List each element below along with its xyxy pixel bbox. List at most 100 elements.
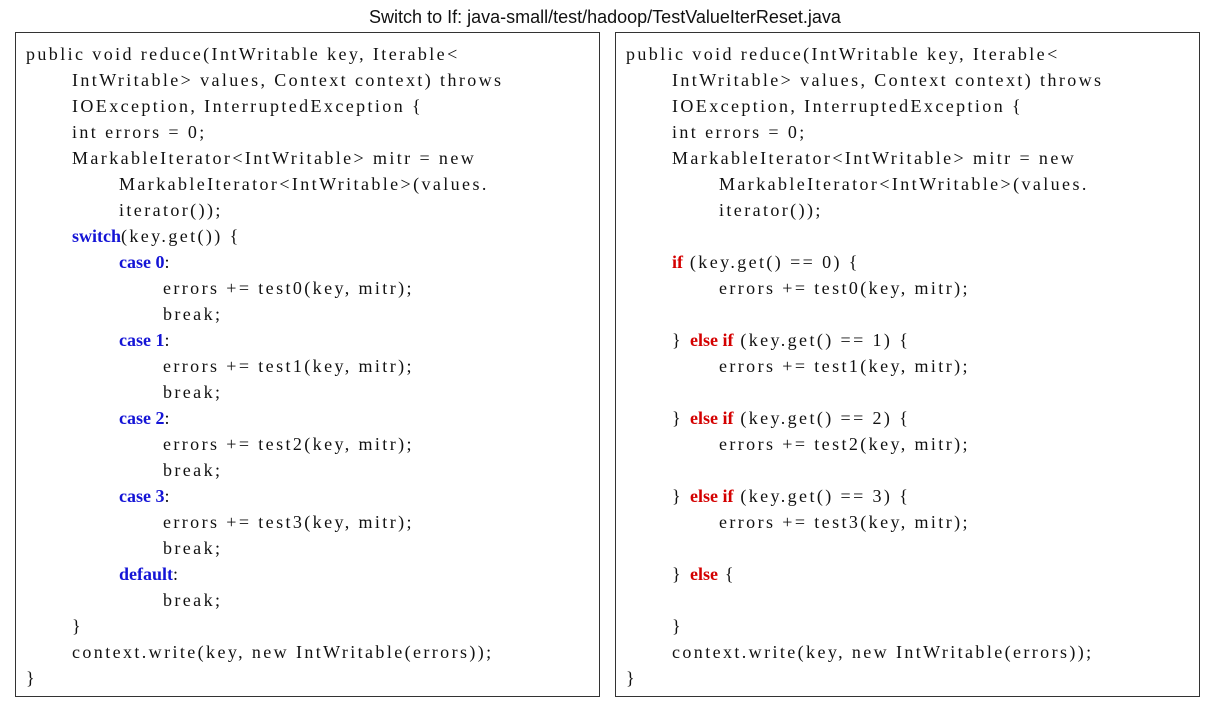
code-text: : (173, 564, 181, 584)
code-line: default: (26, 561, 593, 587)
code-text: errors += test1(key, mitr); (719, 356, 970, 376)
code-line: case 0: (26, 249, 593, 275)
code-line: break; (26, 301, 593, 327)
code-text: int errors = 0; (72, 122, 207, 142)
code-line: errors += test1(key, mitr); (626, 353, 1193, 379)
code-text: errors += test2(key, mitr); (163, 434, 414, 454)
code-text: IntWritable> values, Context context) th… (72, 70, 504, 90)
code-line: public void reduce(IntWritable key, Iter… (26, 41, 593, 67)
code-text: errors += test3(key, mitr); (719, 512, 970, 532)
code-line: context.write(key, new IntWritable(error… (626, 639, 1193, 665)
code-line: errors += test2(key, mitr); (26, 431, 593, 457)
code-keyword: default (119, 564, 173, 584)
code-text: errors += test0(key, mitr); (719, 278, 970, 298)
code-line: IOException, InterruptedException { (626, 93, 1193, 119)
code-line: case 1: (26, 327, 593, 353)
code-text: (key.get() == 1) { (733, 330, 911, 350)
code-text: : (164, 486, 172, 506)
code-text: IOException, InterruptedException { (72, 96, 424, 116)
code-text: context.write(key, new IntWritable(error… (72, 642, 494, 662)
code-keyword: case 1 (119, 330, 165, 350)
caption-strip (0, 698, 1210, 710)
right-code-block: public void reduce(IntWritable key, Iter… (626, 41, 1193, 691)
left-code-panel: public void reduce(IntWritable key, Iter… (15, 32, 600, 697)
code-text: MarkableIterator<IntWritable> mitr = new (72, 148, 477, 168)
code-line: errors += test2(key, mitr); (626, 431, 1193, 457)
code-line: } (626, 613, 1193, 639)
code-text: break; (163, 460, 223, 480)
code-text: } (672, 408, 690, 428)
code-text: } (672, 330, 690, 350)
code-text: public void reduce(IntWritable key, Iter… (26, 44, 460, 64)
code-line: int errors = 0; (626, 119, 1193, 145)
left-code-block: public void reduce(IntWritable key, Iter… (26, 41, 593, 691)
code-line: errors += test3(key, mitr); (626, 509, 1193, 535)
code-text: int errors = 0; (672, 122, 807, 142)
code-text: { (717, 564, 736, 584)
code-text: (key.get() == 3) { (733, 486, 911, 506)
code-line: break; (26, 535, 593, 561)
code-line: } else { (626, 561, 1193, 587)
code-text: (key.get() == 0) { (683, 252, 860, 272)
code-keyword: else (689, 564, 718, 584)
code-text: iterator()); (119, 200, 223, 220)
code-line: } (26, 665, 593, 691)
code-line: MarkableIterator<IntWritable> mitr = new (26, 145, 593, 171)
code-line: errors += test0(key, mitr); (626, 275, 1193, 301)
code-line: if (key.get() == 0) { (626, 249, 1193, 275)
code-text: errors += test1(key, mitr); (163, 356, 414, 376)
code-line: context.write(key, new IntWritable(error… (26, 639, 593, 665)
code-text: } (626, 668, 638, 688)
code-keyword: switch (72, 226, 121, 246)
code-line: public void reduce(IntWritable key, Iter… (626, 41, 1193, 67)
code-keyword: case 3 (119, 486, 165, 506)
code-line: switch(key.get()) { (26, 223, 593, 249)
code-line: iterator()); (626, 197, 1193, 223)
code-text: : (164, 330, 172, 350)
code-line: } else if (key.get() == 3) { (626, 483, 1193, 509)
page-title: Switch to If: java-small/test/hadoop/Tes… (369, 7, 841, 27)
code-text: MarkableIterator<IntWritable> mitr = new (672, 148, 1077, 168)
code-text: } (26, 668, 38, 688)
code-keyword: else if (689, 330, 734, 350)
code-line: errors += test3(key, mitr); (26, 509, 593, 535)
code-text: MarkableIterator<IntWritable>(values. (119, 174, 489, 194)
code-line: case 3: (26, 483, 593, 509)
code-keyword: else if (689, 486, 734, 506)
code-text: errors += test0(key, mitr); (163, 278, 414, 298)
code-text: } (72, 616, 84, 636)
code-line: IOException, InterruptedException { (26, 93, 593, 119)
code-line: } else if (key.get() == 2) { (626, 405, 1193, 431)
code-line: } (26, 613, 593, 639)
code-text: : (164, 408, 172, 428)
code-keyword: case 0 (119, 252, 165, 272)
code-text: MarkableIterator<IntWritable>(values. (719, 174, 1089, 194)
code-line: MarkableIterator<IntWritable>(values. (626, 171, 1193, 197)
code-text: } (672, 564, 690, 584)
code-keyword: case 2 (119, 408, 165, 428)
code-text: (key.get() == 2) { (733, 408, 911, 428)
code-text: IntWritable> values, Context context) th… (672, 70, 1104, 90)
code-text: iterator()); (719, 200, 823, 220)
right-code-panel: public void reduce(IntWritable key, Iter… (615, 32, 1200, 697)
code-text: } (672, 486, 690, 506)
code-line: iterator()); (26, 197, 593, 223)
code-text: public void reduce(IntWritable key, Iter… (626, 44, 1060, 64)
code-line: break; (26, 379, 593, 405)
code-text: } (672, 616, 684, 636)
code-text: context.write(key, new IntWritable(error… (672, 642, 1094, 662)
code-line: break; (26, 457, 593, 483)
code-text: break; (163, 538, 223, 558)
code-text: : (164, 252, 172, 272)
code-line: IntWritable> values, Context context) th… (626, 67, 1193, 93)
code-text: IOException, InterruptedException { (672, 96, 1024, 116)
code-line: errors += test1(key, mitr); (26, 353, 593, 379)
code-line: MarkableIterator<IntWritable> mitr = new (626, 145, 1193, 171)
code-line: case 2: (26, 405, 593, 431)
